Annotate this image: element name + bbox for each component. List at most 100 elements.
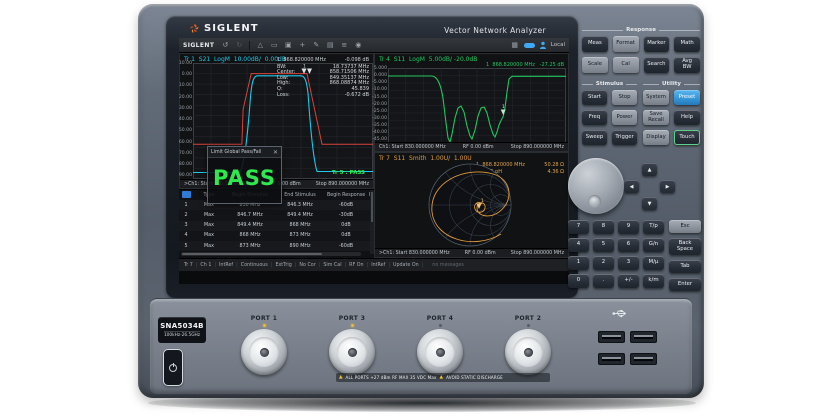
window-icon[interactable]: ▭ xyxy=(269,41,279,50)
table-row[interactable]: 2 Max 846.7 MHz 849.4 MHz -30dB xyxy=(179,210,374,220)
touch-button[interactable]: Touch xyxy=(674,130,700,145)
annotate-icon[interactable]: ✎ xyxy=(311,41,321,50)
smith-chart-panel[interactable]: Tr 7 S11 Smith 1.00U/ 1.00U 1 868.820000… xyxy=(374,152,569,258)
help-button[interactable]: Help xyxy=(674,110,700,125)
enter-key[interactable]: Enter xyxy=(669,278,701,291)
numpad-key[interactable]: T/p xyxy=(643,220,664,234)
numpad-key[interactable]: 4 xyxy=(568,238,589,252)
limit-pass-dialog[interactable]: Limit Global Pass/Fail ✕ PASS xyxy=(207,146,282,204)
limit-icon[interactable]: △ xyxy=(255,41,265,50)
port-1-block: PORT 1 xyxy=(234,315,294,375)
siglent-logo: SIGLENT xyxy=(189,23,259,34)
numpad-key[interactable]: G/n xyxy=(643,238,664,252)
siglent-pinwheel-icon xyxy=(189,23,200,34)
esd-warning-icon: ▲ xyxy=(440,376,444,380)
table-row[interactable]: 4 Max 868 MHz 873 MHz 0dB xyxy=(179,231,374,241)
marker-button[interactable]: Marker xyxy=(644,36,670,52)
arrow-right-key[interactable]: ▶ xyxy=(660,180,675,193)
preset-button[interactable]: Preset xyxy=(674,90,700,105)
usb-port-1[interactable] xyxy=(598,331,625,343)
usb-port-4[interactable] xyxy=(630,353,657,365)
meas-button[interactable]: Meas xyxy=(582,36,608,52)
numpad-key[interactable]: 2 xyxy=(593,256,614,270)
local-label[interactable]: Local xyxy=(551,42,565,48)
numpad-key[interactable]: M/µ xyxy=(643,256,664,270)
screen[interactable]: SIGLENT ↺ ↻ △ ▭ ▣ + ✎ ▤ ≡ ◉ ▦ xyxy=(179,38,569,284)
power-icon xyxy=(169,364,177,372)
scale-button[interactable]: Scale xyxy=(582,57,608,73)
search-button[interactable]: Search xyxy=(644,57,670,73)
usb-port-3[interactable] xyxy=(598,353,625,365)
tab-key[interactable]: Tab xyxy=(669,260,701,273)
table-sort-button[interactable] xyxy=(182,191,191,198)
numpad-key[interactable]: . xyxy=(593,274,614,288)
status-item: Ch 1 xyxy=(200,263,219,268)
undo-icon[interactable]: ↺ xyxy=(220,41,230,50)
start-button[interactable]: Start xyxy=(582,90,607,105)
numpad-key[interactable]: 3 xyxy=(618,256,639,270)
usb-port-2[interactable] xyxy=(630,331,657,343)
freq-button[interactable]: Freq xyxy=(582,110,607,125)
rotary-knob[interactable] xyxy=(568,158,624,214)
s11-graph-panel[interactable]: Tr 4 S11 LogM 5.00dB/ -20.0dB 1 868.8200… xyxy=(374,53,569,152)
numpad-key[interactable]: 8 xyxy=(593,220,614,234)
format-button[interactable]: Format xyxy=(613,36,639,52)
status-item: No Cor xyxy=(299,263,323,268)
redo-icon[interactable]: ↻ xyxy=(234,41,244,50)
s11-plot: 1 xyxy=(388,68,566,143)
close-icon[interactable]: ✕ xyxy=(273,149,278,156)
system-button[interactable]: System xyxy=(643,90,669,105)
svg-text:1: 1 xyxy=(502,104,505,110)
numpad-key[interactable]: 1 xyxy=(568,256,589,270)
col-begin-response: Begin Response xyxy=(325,190,367,200)
touch-status-icon xyxy=(539,41,547,49)
avg-bw-button[interactable]: Avg BW xyxy=(674,57,700,73)
power-button[interactable]: Power xyxy=(612,110,637,125)
channel-stop: Stop 890.000000 MHz xyxy=(316,182,369,187)
y-axis-label: -5.000 xyxy=(372,81,387,86)
display-button[interactable]: Display xyxy=(643,130,669,145)
cursor-icon[interactable]: + xyxy=(297,41,307,50)
arrow-down-key[interactable]: ▼ xyxy=(642,197,657,210)
horizontal-scrollbar[interactable] xyxy=(181,252,361,256)
backspace-key[interactable]: Back Space xyxy=(669,238,701,255)
cal-button[interactable]: Cal xyxy=(613,57,639,73)
numpad-key[interactable]: 0 xyxy=(568,274,589,288)
arrow-left-key[interactable]: ◀ xyxy=(624,180,639,193)
numpad-key[interactable]: 5 xyxy=(593,238,614,252)
y-axis-label: -15.00 xyxy=(372,96,387,101)
numpad-key[interactable]: k/m xyxy=(643,274,664,288)
numpad-key[interactable]: 6 xyxy=(618,238,639,252)
print-icon[interactable]: ≡ xyxy=(339,41,349,50)
power-button[interactable] xyxy=(163,349,183,386)
table-row[interactable]: 5 Max 873 MHz 890 MHz -60dB xyxy=(179,241,374,251)
port-4-connector[interactable] xyxy=(417,329,463,375)
menu-grid-icon[interactable]: ▦ xyxy=(510,41,520,50)
usb-status-icon xyxy=(524,43,535,48)
trigger-button[interactable]: Trigger xyxy=(612,130,637,145)
numpad-key[interactable]: 9 xyxy=(618,220,639,234)
device-title: Vector Network Analyzer xyxy=(444,26,546,35)
esc-key[interactable]: Esc xyxy=(669,220,701,233)
save-recall-button[interactable]: Save Recall xyxy=(643,110,669,125)
numpad-key[interactable]: +/- xyxy=(618,274,639,288)
stimulus-group-label: Stimulus xyxy=(582,81,637,87)
s11-trace-header: Tr 4 S11 LogM 5.00dB/ -20.0dB xyxy=(379,56,477,63)
toolbar-brand: SIGLENT xyxy=(183,42,214,49)
toolbar-divider xyxy=(249,41,250,50)
y-axis-label: -40.00 xyxy=(179,118,192,123)
save-icon[interactable]: ▤ xyxy=(325,41,335,50)
port-1-connector[interactable] xyxy=(241,329,287,375)
port-3-connector[interactable] xyxy=(329,329,375,375)
status-item: IntRef xyxy=(371,263,393,268)
display-icon[interactable]: ▣ xyxy=(283,41,293,50)
math-button[interactable]: Math xyxy=(674,36,700,52)
y-axis-label: -70.00 xyxy=(179,152,192,157)
screenshot-icon[interactable]: ◉ xyxy=(353,41,363,50)
stop-button[interactable]: Stop xyxy=(612,90,637,105)
numpad-key[interactable]: 7 xyxy=(568,220,589,234)
sweep-button[interactable]: Sweep xyxy=(582,130,607,145)
arrow-up-key[interactable]: ▲ xyxy=(642,163,657,176)
port-2-connector[interactable] xyxy=(505,329,551,375)
table-row[interactable]: 3 Max 849.4 MHz 868 MHz 0dB xyxy=(179,221,374,231)
